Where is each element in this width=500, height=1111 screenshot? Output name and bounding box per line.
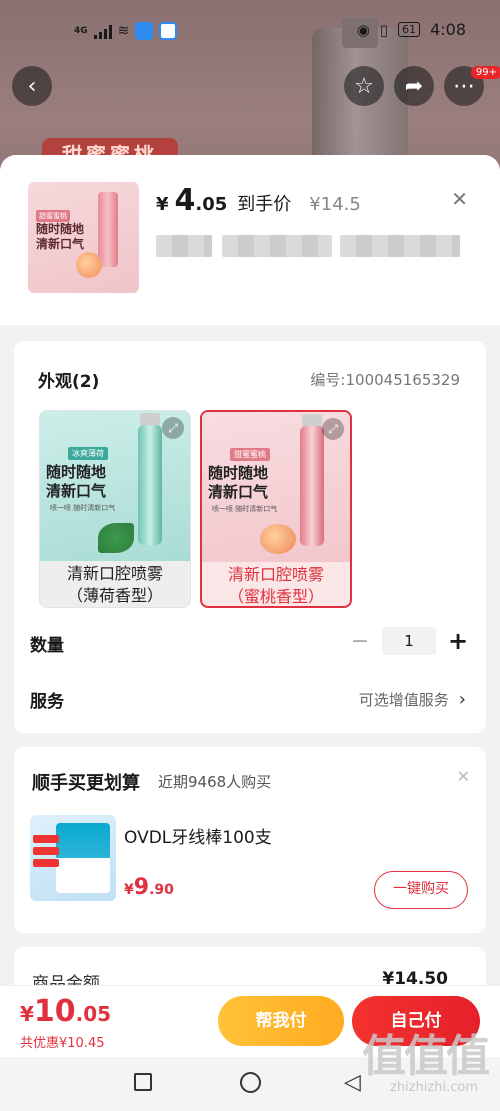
variant-label: 清新口腔喷雾 （薄荷香型）	[40, 561, 190, 607]
addon-title: 顺手买更划算	[32, 773, 140, 794]
addon-price-decimal: .90	[149, 882, 174, 898]
options-card: 外观(2) 编号:100045165329 冰爽薄荷 随时随地清新口气 喷一喷 …	[14, 341, 486, 733]
product-thumbnail[interactable]: 甜蜜蜜桃 随时随地清新口气	[28, 182, 139, 293]
variant-label-line2: （薄荷香型）	[66, 586, 163, 605]
variant-peach[interactable]: 甜蜜蜜桃 随时随地清新口气 喷一喷 随时清新口气 ⤢ 清新口腔喷雾 （蜜桃香型）	[200, 410, 352, 608]
wifi-icon: ≋	[117, 23, 130, 39]
expand-icon[interactable]: ⤢	[162, 417, 184, 439]
eye-icon: ◉	[356, 20, 370, 39]
appearance-title: 外观(2)	[38, 372, 100, 392]
variant-tag: 甜蜜蜜桃	[230, 448, 270, 461]
variant-label-line2: （蜜桃香型）	[227, 587, 324, 606]
close-icon[interactable]: ✕	[451, 187, 468, 211]
signal-icon	[93, 23, 112, 39]
expand-icon[interactable]: ⤢	[322, 418, 344, 440]
one-click-buy-button[interactable]: 一键购买	[374, 871, 468, 909]
addon-card: 顺手买更划算 近期9468人购买 ✕ OVDL牙线棒100支 ¥ 9 .90 一…	[14, 747, 486, 933]
total-price: ¥ 10 .05	[20, 994, 111, 1029]
share-button[interactable]: ➦	[394, 66, 434, 106]
increase-button[interactable]: +	[448, 627, 468, 655]
thumbnail-text: 随时随地清新口气	[36, 222, 85, 251]
total-decimal: .05	[75, 1002, 112, 1026]
promo-tag	[33, 859, 59, 867]
variant-subtext: 喷一喷 随时清新口气	[212, 505, 278, 513]
blurred-text	[222, 235, 332, 257]
service-value: 可选增值服务	[358, 691, 449, 709]
total-currency: ¥	[20, 1002, 34, 1026]
chevron-left-icon: ‹	[27, 73, 37, 99]
notification-badge: 99+	[470, 66, 500, 79]
addon-subtitle: 近期9468人购买	[158, 773, 272, 791]
variant-mint[interactable]: 冰爽薄荷 随时随地清新口气 喷一喷 随时清新口气 ⤢ 清新口腔喷雾 （薄荷香型）	[39, 410, 191, 608]
close-icon[interactable]: ✕	[457, 767, 470, 786]
price-line: ¥ 4 .05 到手价 ¥14.5	[156, 183, 361, 218]
variant-label: 清新口腔喷雾 （蜜桃香型）	[202, 562, 350, 606]
message-notification-icon	[159, 22, 178, 40]
item-code: 编号:100045165329	[310, 371, 460, 389]
help-pay-button[interactable]: 帮我付	[218, 996, 344, 1046]
service-selector[interactable]: 可选增值服务 ›	[359, 689, 466, 710]
peach-image	[76, 252, 102, 278]
total-integer: 10	[33, 994, 76, 1029]
bottle-image	[138, 425, 162, 545]
original-price: ¥14.5	[309, 194, 361, 215]
blurred-text	[156, 235, 212, 257]
addon-price-integer: 9	[133, 875, 150, 900]
back-button[interactable]: ‹	[12, 66, 52, 106]
addon-product-name[interactable]: OVDL牙线棒100支	[124, 823, 272, 848]
more-icon: ⋯	[453, 73, 475, 99]
quantity-stepper: − 1 +	[350, 627, 468, 655]
network-label: 4G	[74, 26, 88, 36]
variant-label-line1: 清新口腔喷雾	[66, 564, 163, 583]
favorite-button[interactable]: ☆	[344, 66, 384, 106]
discount-text: 共优惠¥10.45	[20, 1036, 105, 1051]
quantity-input[interactable]: 1	[382, 627, 436, 655]
peach-image	[260, 524, 296, 554]
mint-leaf-image	[98, 523, 134, 553]
status-time: 4:08	[430, 20, 466, 39]
addon-product-image[interactable]	[30, 815, 116, 901]
addon-price-currency: ¥	[124, 882, 134, 898]
back-triangle-icon[interactable]: ◁	[344, 1070, 361, 1095]
blurred-text	[340, 235, 460, 257]
watermark-logo: 值值值	[362, 1031, 490, 1082]
vibrate-icon: ▯	[379, 20, 389, 39]
package-image	[56, 823, 110, 893]
battery-icon: 61	[398, 22, 421, 37]
bottle-image	[300, 426, 324, 546]
promo-tag	[33, 835, 59, 843]
watermark-url: zhizhizhi.com	[390, 1080, 478, 1095]
addon-price: ¥ 9 .90	[124, 875, 174, 900]
share-icon: ➦	[404, 73, 424, 99]
chevron-right-icon: ›	[458, 689, 466, 710]
app-notification-icon	[135, 22, 154, 40]
variant-subtext: 喷一喷 随时清新口气	[50, 504, 116, 512]
service-label: 服务	[30, 692, 64, 712]
variant-label-line1: 清新口腔喷雾	[227, 565, 324, 584]
collapsed-card	[14, 313, 486, 325]
sheet-header: 甜蜜蜜桃 随时随地清新口气 ¥ 4 .05 到手价 ¥14.5 ✕	[0, 155, 500, 325]
price-label: 到手价	[237, 194, 292, 215]
purchase-sheet: 甜蜜蜜桃 随时随地清新口气 ¥ 4 .05 到手价 ¥14.5 ✕ 外观(2) …	[0, 155, 500, 1111]
home-icon[interactable]	[240, 1072, 261, 1093]
variant-headline: 随时随地清新口气	[46, 463, 107, 500]
recent-apps-icon[interactable]	[134, 1073, 152, 1091]
thumbnail-tag: 甜蜜蜜桃	[36, 210, 70, 222]
decrease-button[interactable]: −	[350, 629, 370, 654]
variant-headline: 随时随地清新口气	[208, 464, 269, 501]
quantity-label: 数量	[30, 636, 64, 656]
price-integer: 4	[174, 183, 196, 218]
price-decimal: .05	[195, 194, 228, 215]
star-icon: ☆	[354, 73, 374, 99]
variant-tag: 冰爽薄荷	[68, 447, 108, 460]
bottle-image	[98, 192, 118, 267]
price-currency: ¥	[156, 194, 169, 215]
promo-tag	[33, 847, 59, 855]
status-bar: 4G ≋ ◉ ▯ 61 4:08	[0, 0, 500, 60]
